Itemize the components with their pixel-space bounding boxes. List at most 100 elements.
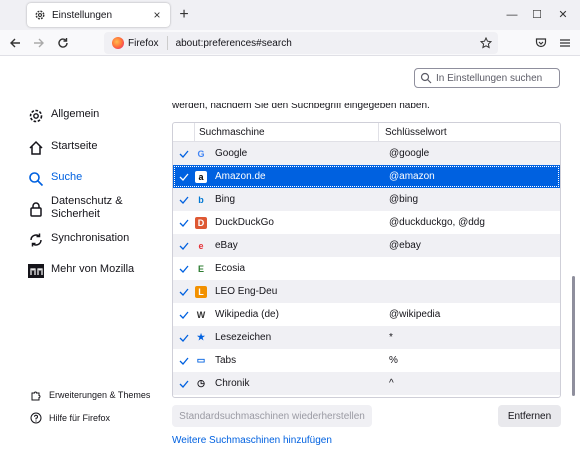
restore-defaults-button[interactable]: Standardsuchmaschinen wiederherstellen [172, 405, 372, 427]
help-link[interactable]: Hilfe für Firefox [30, 412, 110, 424]
engine-name: Google [215, 148, 248, 159]
engine-name: Amazon.de [215, 171, 266, 182]
checkmark-icon[interactable] [173, 149, 195, 159]
tabs-icon: ▭ [196, 355, 206, 365]
help-label: Hilfe für Firefox [49, 413, 111, 423]
mozilla-icon [28, 263, 44, 279]
bing-icon: b [198, 194, 204, 205]
wikipedia-icon: W [196, 309, 206, 320]
engine-name: LEO Eng-Deu [215, 286, 278, 297]
preferences-search-input[interactable]: In Einstellungen suchen [414, 68, 560, 88]
duckduckgo-icon: D [195, 216, 207, 229]
engine-name: Lesezeichen [215, 332, 272, 343]
checkmark-icon[interactable] [173, 218, 195, 228]
menu-button[interactable] [556, 34, 574, 52]
table-row[interactable]: D DuckDuckGo @duckduckgo, @ddg [173, 211, 560, 234]
checkmark-icon[interactable] [173, 379, 195, 389]
table-row[interactable]: ◷ Chronik ^ [173, 372, 560, 395]
help-icon [30, 412, 42, 424]
addons-label: Erweiterungen & Themes [49, 390, 151, 400]
scrollbar[interactable] [572, 276, 575, 396]
new-tab-button[interactable]: + [176, 7, 192, 23]
keyword-column-header[interactable]: Schlüsselwort [379, 127, 560, 138]
url-bar[interactable]: Firefox about:preferences#search [104, 32, 498, 54]
remove-button[interactable]: Entfernen [498, 405, 561, 427]
engine-keyword[interactable]: @bing [385, 194, 560, 205]
sidebar-item-label: Suche [51, 171, 83, 183]
checkmark-icon[interactable] [173, 172, 195, 182]
engine-keyword[interactable]: @wikipedia [385, 309, 560, 320]
minimize-button[interactable]: — [505, 8, 519, 22]
table-row[interactable]: E Ecosia [173, 257, 560, 280]
sidebar-item-label: Synchronisation [51, 232, 130, 244]
sidebar-item-privacy[interactable]: Datenschutz & Sicherheit [28, 195, 131, 221]
reload-button[interactable] [54, 34, 72, 52]
lock-icon [28, 201, 44, 217]
addons-link[interactable]: Erweiterungen & Themes [30, 389, 150, 401]
forward-button[interactable] [30, 34, 48, 52]
engine-keyword[interactable]: ^ [385, 378, 560, 389]
reload-icon [58, 38, 68, 48]
ebay-icon: e [198, 240, 204, 251]
preferences-content: In Einstellungen suchen Allgemein Starts… [0, 56, 580, 453]
leo-icon: L [195, 285, 207, 298]
add-more-engines-link[interactable]: Weitere Suchmaschinen hinzufügen [172, 435, 332, 446]
engine-keyword[interactable]: * [385, 332, 560, 343]
engine-name: Bing [215, 194, 236, 205]
table-header: Suchmaschine Schlüsselwort [173, 123, 560, 142]
table-row[interactable]: G Google @google [173, 142, 560, 165]
ecosia-icon: E [197, 263, 204, 274]
sidebar-item-search[interactable]: Suche [28, 171, 82, 187]
gear-icon [28, 108, 44, 124]
checkmark-icon[interactable] [173, 310, 195, 320]
engine-name: DuckDuckGo [215, 217, 274, 228]
tab-close-icon[interactable]: × [150, 8, 164, 22]
navigation-bar: Firefox about:preferences#search [0, 30, 580, 56]
engine-name: Tabs [215, 355, 237, 366]
table-row[interactable]: e eBay @ebay [173, 234, 560, 257]
sidebar-item-sync[interactable]: Synchronisation [28, 232, 129, 248]
engine-keyword[interactable]: @duckduckgo, @ddg [385, 217, 560, 228]
table-row[interactable]: W Wikipedia (de) @wikipedia [173, 303, 560, 326]
table-row[interactable]: ★ Lesezeichen * [173, 326, 560, 349]
engine-column-header[interactable]: Suchmaschine [195, 123, 379, 141]
table-row[interactable]: a Amazon.de @amazon [173, 165, 560, 188]
engine-keyword[interactable]: @amazon [385, 171, 560, 182]
window-close-button[interactable]: ✕ [556, 8, 570, 22]
search-icon [28, 171, 44, 187]
sidebar-item-home[interactable]: Startseite [28, 140, 97, 156]
checkmark-icon[interactable] [173, 287, 195, 297]
table-row[interactable]: ▭ Tabs% [173, 349, 560, 372]
checkmark-icon[interactable] [173, 264, 195, 274]
table-row[interactable]: b Bing @bing [173, 188, 560, 211]
url-text[interactable]: about:preferences#search [176, 38, 478, 49]
forward-arrow-icon [34, 38, 44, 48]
amazon-icon: a [195, 170, 207, 183]
bookmark-star-icon[interactable] [478, 37, 494, 49]
firefox-logo-icon [112, 37, 124, 49]
checkmark-icon[interactable] [173, 241, 195, 251]
sidebar-item-label: Allgemein [51, 108, 100, 120]
engine-keyword[interactable]: @google [385, 148, 560, 159]
checkmark-icon[interactable] [173, 195, 195, 205]
engine-name: eBay [215, 240, 238, 251]
pocket-icon [535, 38, 547, 48]
engine-keyword[interactable]: % [385, 355, 560, 366]
search-placeholder: In Einstellungen suchen [436, 72, 543, 84]
home-icon [28, 140, 44, 156]
identity-label: Firefox [128, 37, 159, 49]
intro-text-content: werden, nachdem Sie den Suchbegriff eing… [172, 103, 430, 111]
checkmark-icon[interactable] [173, 333, 195, 343]
table-body: G Google @google a Amazon.de @amazon b Bing @bin… [173, 142, 560, 395]
maximize-button[interactable]: ☐ [530, 8, 544, 22]
search-icon [420, 72, 432, 84]
tab-preferences[interactable]: Einstellungen × [27, 3, 170, 27]
checkmark-icon[interactable] [173, 356, 195, 366]
sidebar-item-general[interactable]: Allgemein [28, 108, 99, 124]
pocket-button[interactable] [532, 34, 550, 52]
sidebar-item-mozilla[interactable]: Mehr von Mozilla [28, 263, 134, 279]
table-row[interactable]: L LEO Eng-Deu [173, 280, 560, 303]
engine-keyword[interactable]: @ebay [385, 240, 560, 251]
search-engine-table[interactable]: Suchmaschine Schlüsselwort G Google @googl… [172, 122, 561, 398]
back-button[interactable] [6, 34, 24, 52]
